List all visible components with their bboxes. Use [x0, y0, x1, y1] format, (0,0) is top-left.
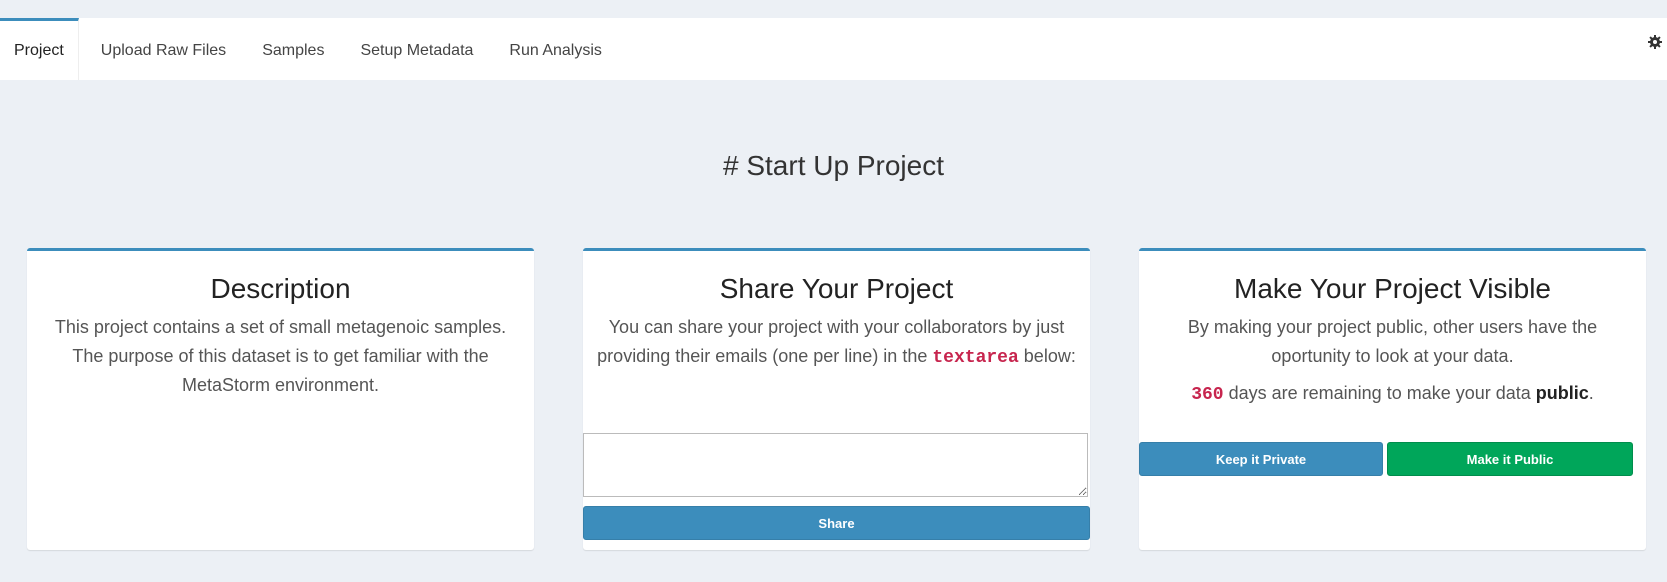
tab-upload-raw-files[interactable]: Upload Raw Files: [87, 18, 240, 80]
tab-bar: Project Upload Raw Files Samples Setup M…: [0, 18, 1667, 80]
gear-icon[interactable]: [1647, 34, 1663, 50]
page-title: # Start Up Project: [723, 150, 944, 181]
visibility-text: By making your project public, other use…: [1187, 317, 1598, 366]
share-text: You can share your project with your col…: [583, 313, 1090, 373]
description-card: Description This project contains a set …: [27, 248, 534, 550]
textarea-code: textarea: [932, 348, 1019, 368]
tab-setup-metadata[interactable]: Setup Metadata: [346, 18, 487, 80]
visibility-card: Make Your Project Visible By making your…: [1139, 248, 1646, 550]
share-title: Share Your Project: [719, 273, 954, 304]
tab-project[interactable]: Project: [0, 18, 79, 80]
days-remaining-text: 360 days are remaining to make your data…: [1139, 379, 1646, 410]
share-emails-textarea[interactable]: [583, 433, 1088, 497]
share-button[interactable]: Share: [583, 506, 1090, 540]
share-text-after: below:: [1023, 346, 1076, 366]
tab-samples[interactable]: Samples: [248, 18, 338, 80]
days-text: days are remaining to make your data: [1228, 383, 1531, 403]
tab-run-analysis[interactable]: Run Analysis: [495, 18, 616, 80]
description-title: Description: [210, 273, 351, 304]
top-navigation: Project Upload Raw Files Samples Setup M…: [0, 18, 1667, 80]
make-public-button[interactable]: Make it Public: [1387, 442, 1633, 476]
days-count: 360: [1191, 385, 1224, 405]
public-word: public: [1535, 383, 1589, 403]
description-text: This project contains a set of small met…: [54, 317, 507, 395]
period: .: [1588, 383, 1594, 403]
share-card: Share Your Project You can share your pr…: [583, 248, 1090, 550]
keep-private-button[interactable]: Keep it Private: [1139, 442, 1383, 476]
visibility-title: Make Your Project Visible: [1234, 273, 1551, 304]
